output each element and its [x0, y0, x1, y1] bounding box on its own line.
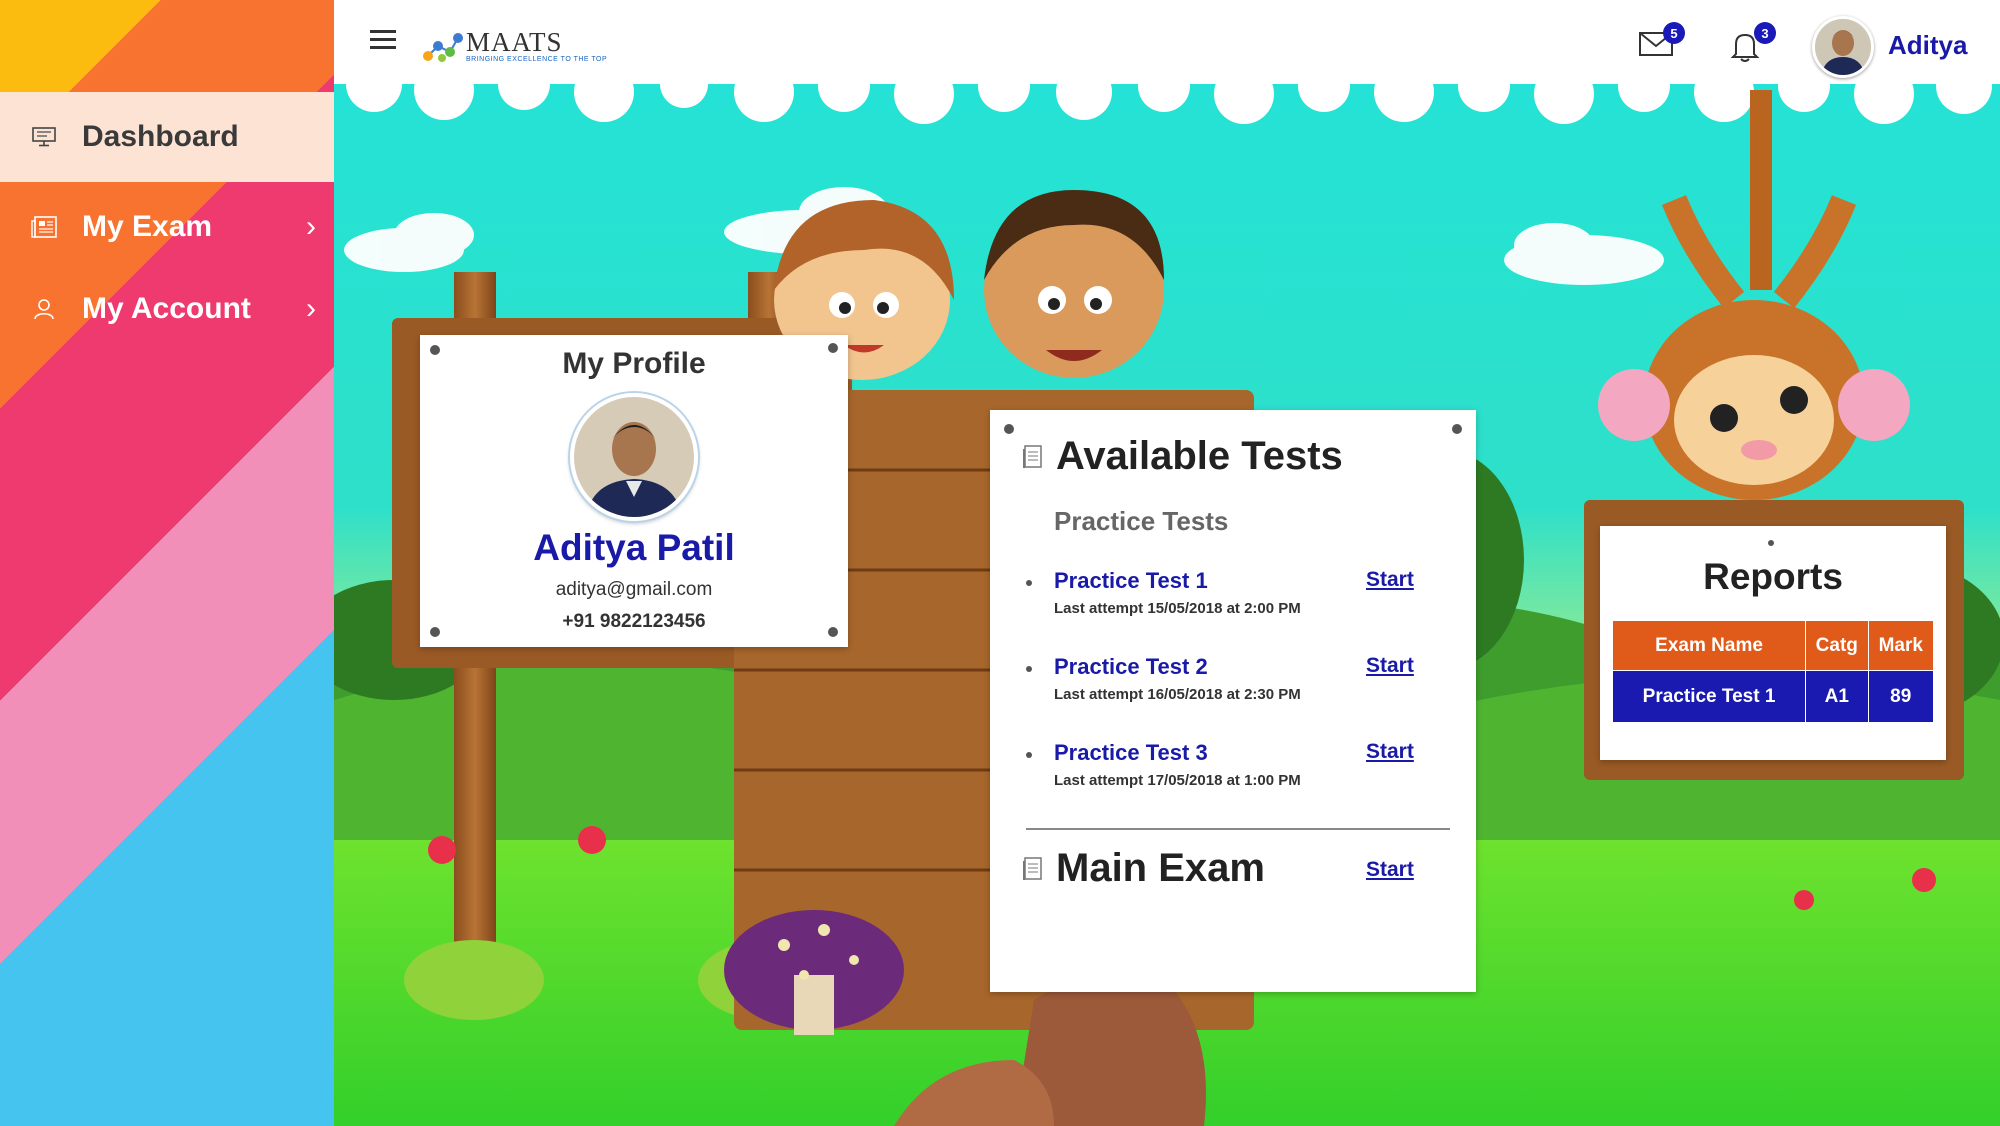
start-test-link[interactable]: Start — [1366, 654, 1414, 678]
profile-phone: +91 9822123456 — [562, 611, 706, 632]
test-name-link[interactable]: Practice Test 3 — [1054, 740, 1208, 766]
sidebar-item-label: My Exam — [82, 210, 213, 243]
chevron-right-icon: › — [306, 210, 316, 243]
chevron-right-icon: › — [306, 292, 316, 325]
header-user-name[interactable]: Aditya — [1888, 30, 1967, 61]
profile-photo — [570, 393, 698, 521]
user-icon — [30, 297, 58, 321]
top-header: MAATS BRINGING EXCELLENCE TO THE TOP 5 3… — [334, 0, 2000, 92]
bullet — [1026, 666, 1032, 672]
user-avatar[interactable] — [1812, 16, 1874, 78]
notifications-button[interactable]: 3 — [1730, 22, 1776, 62]
sidebar-item-dashboard[interactable]: Dashboard — [0, 92, 334, 182]
bullet — [1026, 580, 1032, 586]
table-cell: Practice Test 1 — [1611, 670, 1807, 723]
start-test-link[interactable]: Start — [1366, 740, 1414, 764]
table-row[interactable]: Practice Test 1 A1 89 — [1611, 670, 1934, 723]
pin-icon — [828, 627, 838, 637]
hamburger-menu-button[interactable] — [370, 30, 396, 52]
document-icon — [1023, 444, 1042, 468]
profile-card: My Profile Aditya Patil aditya@gmail.com… — [420, 335, 848, 647]
sidebar-item-my-account[interactable]: My Account › — [0, 264, 334, 354]
pin-icon — [430, 345, 440, 355]
profile-name: Aditya Patil — [533, 527, 735, 568]
practice-tests-subtitle: Practice Tests — [1054, 506, 1229, 536]
profile-email: aditya@gmail.com — [555, 579, 713, 600]
logo-text: MAATS — [466, 27, 563, 57]
logo-tagline: BRINGING EXCELLENCE TO THE TOP — [466, 56, 608, 63]
test-name-link[interactable]: Practice Test 2 — [1054, 654, 1208, 680]
sidebar-item-label: Dashboard — [82, 120, 239, 153]
main-exam-title-text: Main Exam — [1056, 846, 1265, 890]
last-attempt-text: Last attempt 15/05/2018 at 2:00 PM — [1054, 600, 1301, 617]
sidebar-item-my-exam[interactable]: My Exam › — [0, 182, 334, 272]
pin-icon — [1768, 540, 1774, 546]
pin-icon — [430, 627, 440, 637]
column-header[interactable]: Mark — [1867, 620, 1934, 671]
pin-icon — [1004, 424, 1014, 434]
column-header[interactable]: Exam Name — [1611, 620, 1807, 671]
pin-icon — [1452, 424, 1462, 434]
start-test-link[interactable]: Start — [1366, 568, 1414, 592]
molecule-icon — [423, 33, 463, 62]
main-exam-title: Main Exam — [1022, 846, 1265, 891]
available-tests-title-text: Available Tests — [1056, 434, 1343, 478]
available-tests-title: Available Tests — [1022, 434, 1343, 479]
divider — [1026, 828, 1450, 830]
reports-title: Reports — [1703, 556, 1843, 597]
last-attempt-text: Last attempt 16/05/2018 at 2:30 PM — [1054, 686, 1301, 703]
monitor-icon — [30, 125, 58, 149]
mail-count-badge: 5 — [1663, 22, 1685, 44]
table-cell: A1 — [1805, 670, 1869, 723]
sidebar-item-label: My Account — [82, 292, 251, 325]
mail-button[interactable]: 5 — [1639, 22, 1685, 62]
bullet — [1026, 752, 1032, 758]
reports-table: Exam Name Catg Mark Practice Test 1 A1 8… — [1611, 620, 1934, 723]
profile-title: My Profile — [562, 347, 706, 380]
column-header[interactable]: Catg — [1805, 620, 1869, 671]
table-cell: 89 — [1867, 670, 1934, 723]
reports-card: Reports Exam Name Catg Mark Practice Tes… — [1600, 526, 1946, 760]
sidebar: Dashboard My Exam › My Account › — [0, 0, 334, 1126]
last-attempt-text: Last attempt 17/05/2018 at 1:00 PM — [1054, 772, 1301, 789]
test-name-link[interactable]: Practice Test 1 — [1054, 568, 1208, 594]
pin-icon — [828, 343, 838, 353]
start-main-exam-link[interactable]: Start — [1366, 858, 1414, 882]
notification-count-badge: 3 — [1754, 22, 1776, 44]
maats-logo[interactable]: MAATS BRINGING EXCELLENCE TO THE TOP — [422, 24, 607, 68]
newspaper-icon — [30, 215, 58, 239]
document-icon — [1023, 856, 1042, 880]
available-tests-card: Available Tests Practice Tests Practice … — [990, 410, 1476, 992]
